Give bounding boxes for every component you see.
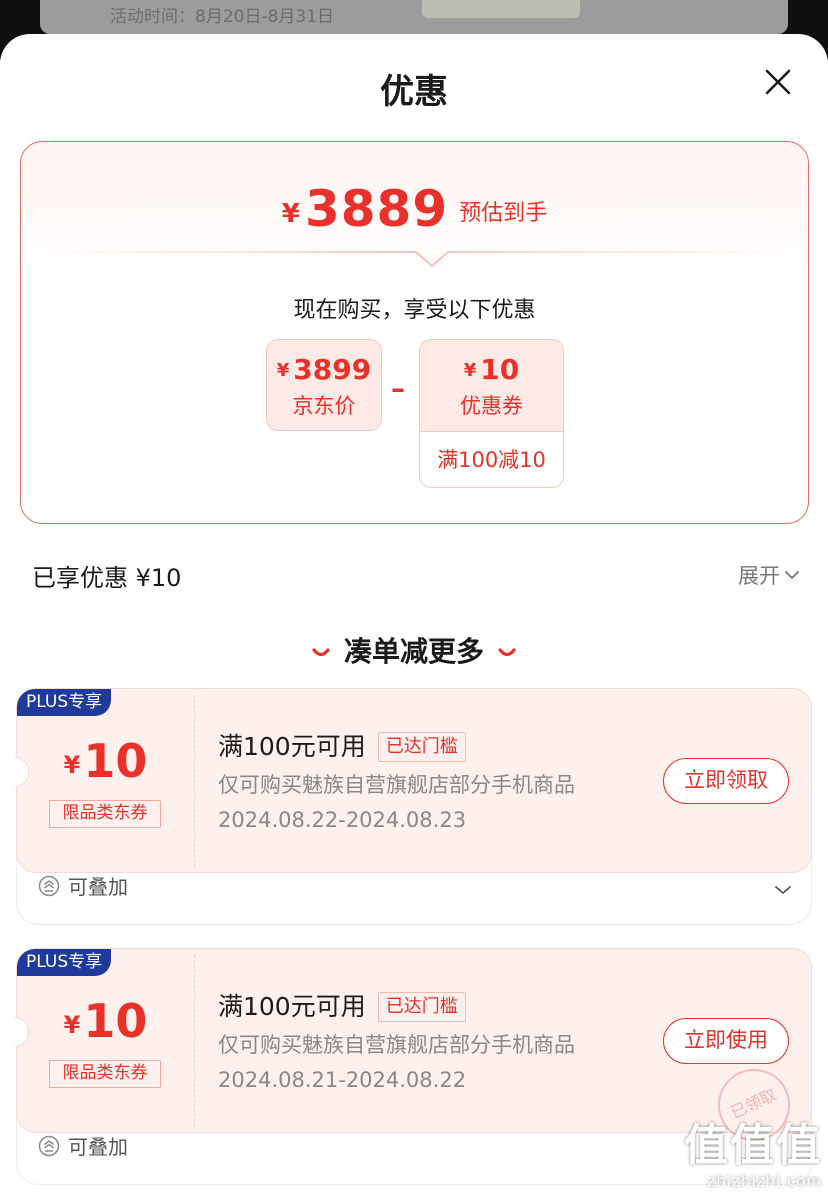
- summary-divider: [41, 251, 791, 267]
- close-icon: [765, 69, 791, 95]
- site-watermark: 值值值 zhizhizhi.com: [684, 1120, 822, 1190]
- coupon-label: 优惠券: [460, 394, 523, 418]
- coupon-type-tag: 限品类东券: [49, 800, 161, 828]
- coupon-condition-text: 满100元可用: [218, 732, 366, 761]
- coupon-amount-value: 10: [83, 734, 148, 788]
- section-title-text: 凑单减更多: [343, 635, 484, 668]
- expand-button[interactable]: 展开: [738, 560, 800, 590]
- background-image: [422, 0, 580, 18]
- coupon-tile: ¥10 优惠券 满100减10: [419, 339, 564, 488]
- coupon-scope: 仅可购买魅族自营旗舰店部分手机商品: [218, 1033, 575, 1057]
- currency-symbol: ¥: [281, 199, 300, 229]
- estimated-price-value: 3889: [304, 180, 449, 238]
- card-divider: [194, 955, 195, 1127]
- estimated-price: ¥ 3889 预估到手: [21, 180, 808, 238]
- stack-icon: [38, 1135, 60, 1156]
- close-button[interactable]: [760, 64, 796, 100]
- coupon-card: PLUS专享 ¥10 限品类东券 满100元可用 已达门槛 仅可购买魅族自营旗舰店…: [15, 688, 812, 925]
- discount-intro: 现在购买，享受以下优惠: [293, 298, 536, 323]
- jd-price-value: 3899: [293, 353, 372, 386]
- coupon-amount: ¥10: [17, 734, 194, 788]
- watermark-logo: 值值值: [684, 1120, 822, 1171]
- currency-symbol: ¥: [63, 1011, 81, 1039]
- coupon-dates: 2024.08.22-2024.08.23: [218, 808, 467, 832]
- threshold-reached-tag: 已达门槛: [377, 992, 466, 1022]
- estimated-price-label: 预估到手: [459, 201, 548, 226]
- coupon-condition: 满100元可用 已达门槛: [218, 727, 466, 763]
- coupon-amount: ¥10: [17, 994, 194, 1048]
- section-title: 凑单减更多: [0, 630, 828, 670]
- claim-button[interactable]: 立即领取: [663, 758, 789, 804]
- coupon-tile-top: ¥10 优惠券: [420, 340, 563, 432]
- smile-decoration-icon: [498, 648, 516, 657]
- plus-badge: PLUS专享: [17, 689, 112, 716]
- background-activity-time: 活动时间：8月20日-8月31日: [110, 7, 335, 27]
- coupon-amount: ¥10: [420, 340, 563, 386]
- discount-sheet: 优惠 ¥ 3889 预估到手 现在购买，享受以下优惠 ¥3899 京东价 – ¥…: [0, 34, 828, 1198]
- currency-symbol: ¥: [463, 360, 477, 381]
- coupon-card-body: PLUS专享 ¥10 限品类东券 满100元可用 已达门槛 仅可购买魅族自营旗舰店…: [15, 688, 812, 873]
- card-divider: [194, 695, 195, 867]
- coupon-condition: 满100元可用 已达门槛: [218, 987, 466, 1023]
- chevron-down-icon: [785, 571, 799, 579]
- threshold-reached-tag: 已达门槛: [377, 732, 466, 762]
- coupon-dates: 2024.08.21-2024.08.22: [218, 1068, 467, 1092]
- sheet-title: 优惠: [380, 72, 448, 112]
- stackable-row: 可叠加: [38, 871, 128, 900]
- expand-label: 展开: [738, 564, 780, 588]
- stackable-row: 可叠加: [38, 1131, 128, 1160]
- jd-price: ¥3899: [267, 353, 381, 386]
- minus-sign: –: [391, 372, 405, 405]
- coupon-amount-value: 10: [83, 994, 148, 1048]
- coupon-amount-value: 10: [480, 353, 520, 386]
- coupon-condition: 满100减10: [437, 448, 546, 472]
- stack-icon: [38, 875, 60, 896]
- jd-price-tile: ¥3899 京东价: [266, 339, 382, 431]
- coupon-scope: 仅可购买魅族自营旗舰店部分手机商品: [218, 773, 575, 797]
- chevron-down-icon[interactable]: [774, 884, 792, 896]
- coupon-condition-text: 满100元可用: [218, 992, 366, 1021]
- enjoyed-discount: 已享优惠 ¥10: [32, 564, 182, 592]
- jd-price-label: 京东价: [292, 394, 356, 418]
- coupon-type-tag: 限品类东券: [49, 1060, 161, 1088]
- plus-badge: PLUS专享: [17, 949, 112, 976]
- coupon-card-body: PLUS专享 ¥10 限品类东券 满100元可用 已达门槛 仅可购买魅族自营旗舰店…: [15, 948, 812, 1133]
- currency-symbol: ¥: [276, 360, 290, 381]
- watermark-url: zhizhizhi.com: [707, 1172, 822, 1190]
- smile-decoration-icon: [312, 648, 330, 657]
- stackable-label: 可叠加: [68, 1135, 128, 1159]
- stackable-label: 可叠加: [68, 875, 128, 899]
- use-button[interactable]: 立即使用: [663, 1018, 789, 1064]
- price-summary: ¥ 3889 预估到手 现在购买，享受以下优惠 ¥3899 京东价 – ¥10 …: [20, 141, 809, 524]
- currency-symbol: ¥: [63, 751, 81, 779]
